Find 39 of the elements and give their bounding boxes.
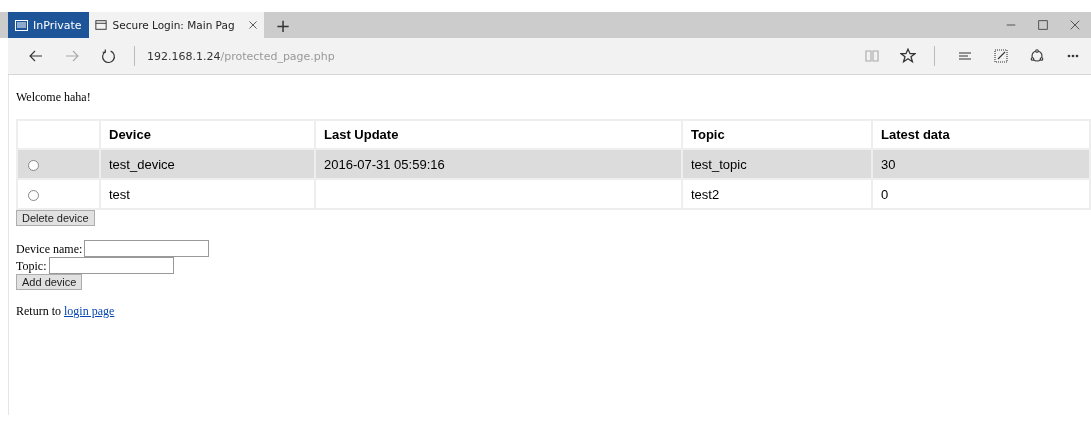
column-header: Latest data <box>872 120 1090 149</box>
refresh-icon[interactable] <box>100 48 116 64</box>
table-cell: test <box>100 179 315 209</box>
share-icon[interactable] <box>1030 49 1044 63</box>
field-label: Device name: <box>16 240 83 257</box>
page-icon <box>94 19 107 31</box>
column-header: Device <box>100 120 315 149</box>
table-cell: 0 <box>872 179 1090 209</box>
table-cell: 2016-07-31 05:59:16 <box>315 149 682 179</box>
login-link[interactable]: login page <box>64 304 115 318</box>
back-icon[interactable] <box>28 49 44 63</box>
new-tab-button[interactable]: + <box>263 12 303 38</box>
table-cell: test_topic <box>682 149 872 179</box>
text-field[interactable] <box>48 257 174 274</box>
column-header: Last Update <box>315 120 682 149</box>
delete-device-button[interactable]: Delete device <box>16 210 95 226</box>
table-cell: test2 <box>682 179 872 209</box>
welcome-text: Welcome haha! <box>16 90 92 105</box>
close-icon[interactable] <box>1070 20 1080 30</box>
text-field[interactable] <box>84 240 210 257</box>
inprivate-label: InPrivate <box>33 18 82 32</box>
browser-tab[interactable]: Secure Login: Main Pag <box>88 12 264 38</box>
maximize-icon[interactable] <box>1038 20 1048 30</box>
table-cell: test_device <box>100 149 315 179</box>
row-radio[interactable] <box>28 189 39 201</box>
return-text: Return to <box>16 304 61 318</box>
add-device-button[interactable]: Add device <box>16 274 83 290</box>
close-icon[interactable] <box>247 20 258 30</box>
tab-title: Secure Login: Main Pag <box>112 19 236 31</box>
private-icon <box>15 19 28 31</box>
note-icon[interactable] <box>994 49 1008 63</box>
forward-icon[interactable] <box>64 49 80 63</box>
row-radio[interactable] <box>28 159 39 171</box>
address-field[interactable]: 192.168.1.24/protected_page.php <box>147 49 335 63</box>
table-cell: 30 <box>872 149 1090 179</box>
column-header: Topic <box>682 120 872 149</box>
hub-icon[interactable] <box>958 49 972 63</box>
star-icon[interactable] <box>900 48 916 64</box>
field-label: Topic: <box>16 257 47 274</box>
